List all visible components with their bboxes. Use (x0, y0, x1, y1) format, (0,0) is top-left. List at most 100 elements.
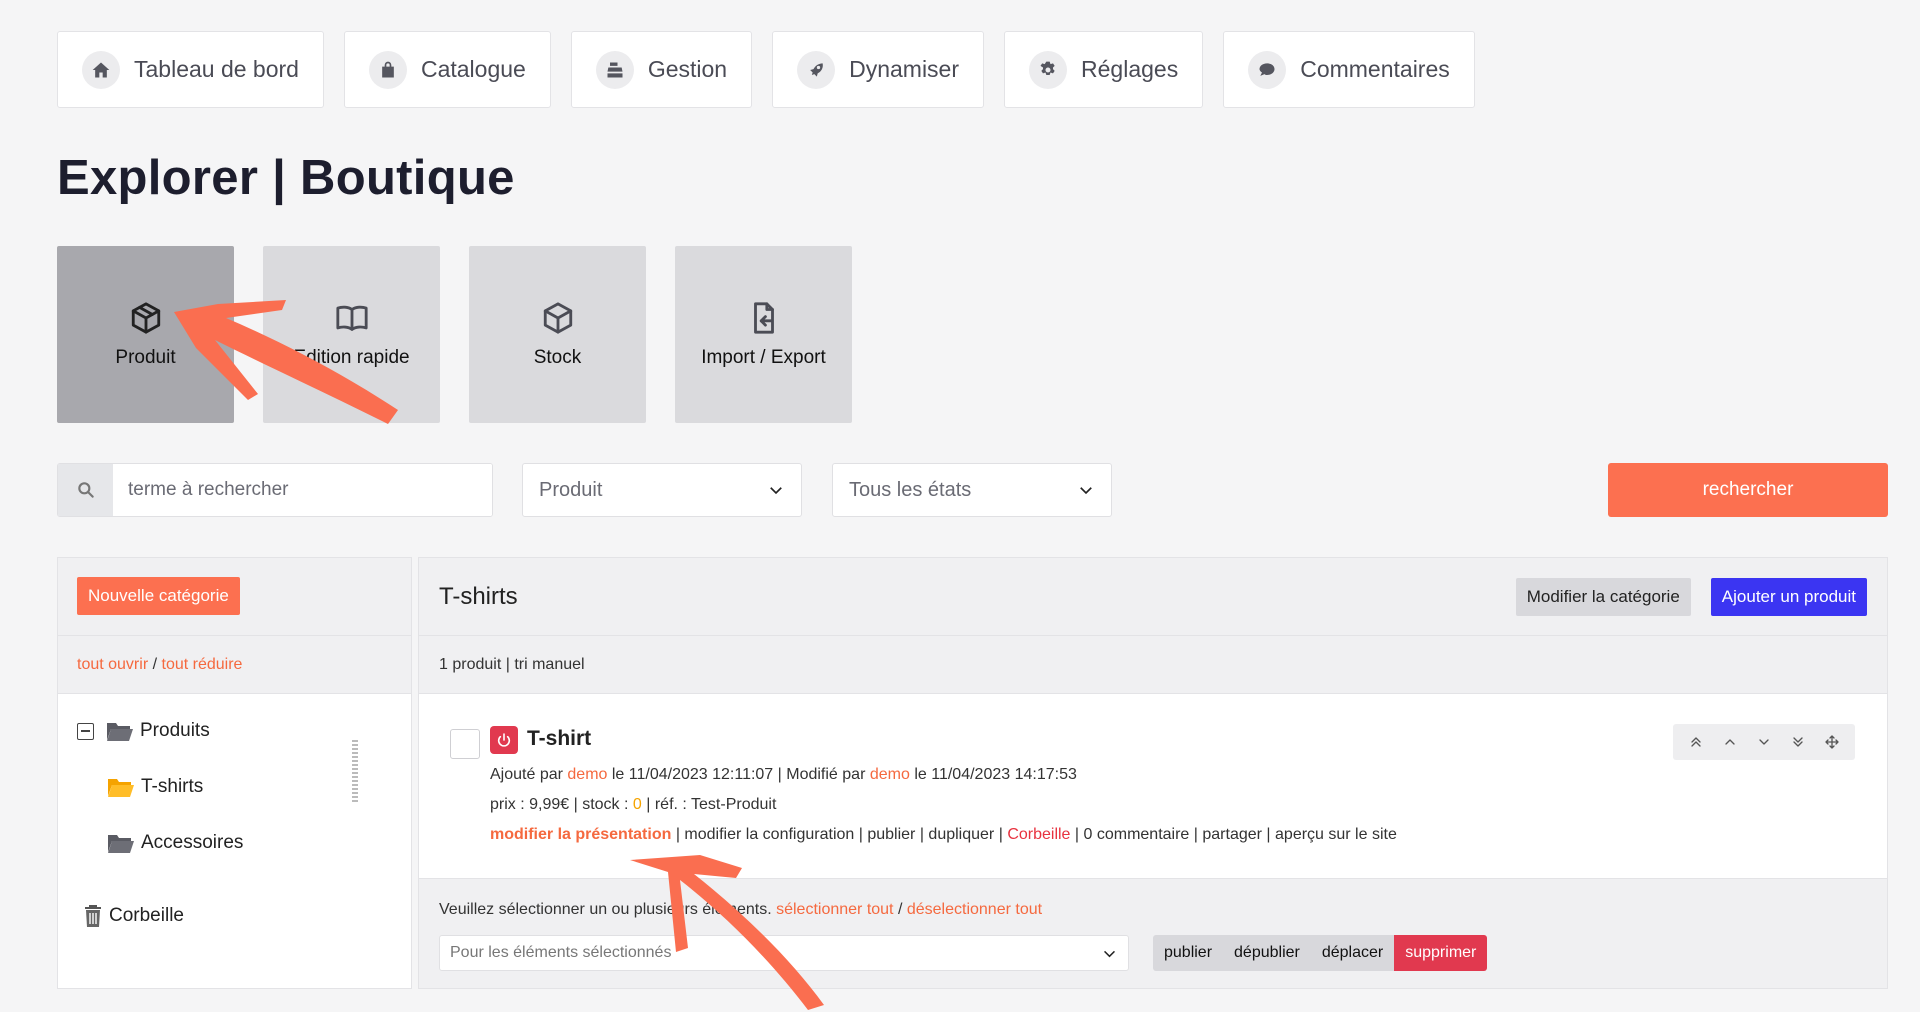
power-icon (497, 733, 511, 747)
collapse-toggle-icon[interactable] (77, 722, 94, 740)
product-meta: Ajouté par demo le 11/04/2023 12:11:07 |… (490, 766, 1077, 784)
panel-resize-handle[interactable] (352, 740, 358, 802)
tree-item-corbeille[interactable]: Corbeille (83, 902, 184, 930)
nav-label: Réglages (1081, 56, 1179, 82)
add-product-button[interactable]: Ajouter un produit (1710, 577, 1867, 616)
edit-category-button[interactable]: Modifier la catégorie (1515, 577, 1691, 616)
move-top-icon[interactable] (1679, 728, 1713, 756)
category-actions: Modifier la catégorie Ajouter un produit (1515, 577, 1867, 616)
trash-icon (85, 905, 101, 927)
tile-label: Stock (533, 346, 582, 368)
box-icon (543, 301, 572, 334)
type-select-value: Produit (539, 478, 603, 501)
tile-stock[interactable]: Stock (469, 246, 646, 423)
tile-import-export[interactable]: Import / Export (675, 246, 852, 423)
bag-icon (368, 50, 407, 89)
nav-reglages[interactable]: Réglages (1004, 31, 1204, 108)
product-actions-links-end[interactable]: | 0 commentaire | partager | aperçu sur … (1075, 826, 1397, 843)
edit-presentation-link[interactable]: modifier la présentation (490, 826, 671, 843)
nav-gestion[interactable]: Gestion (570, 31, 753, 108)
move-down-icon[interactable] (1747, 728, 1781, 756)
collapse-all-link[interactable]: tout réduire (162, 656, 243, 674)
tile-edition-rapide[interactable]: Edition rapide (263, 246, 440, 423)
bulk-action-select[interactable]: Pour les éléments sélectionnés (439, 935, 1129, 971)
tree-label: Corbeille (109, 905, 184, 926)
search-input[interactable] (113, 464, 492, 516)
open-all-link[interactable]: tout ouvrir (77, 656, 148, 674)
bulk-publish-button[interactable]: publier (1153, 935, 1224, 971)
search-icon (58, 464, 113, 516)
product-details: prix : 9,99€ | stock : 0 | réf. : Test-P… (490, 796, 776, 814)
added-on: le 11/04/2023 12:11:07 | Modifié par (611, 766, 866, 783)
folder-open-icon (108, 779, 134, 797)
added-by-user-link[interactable]: demo (567, 766, 607, 783)
bulk-actions: Veuillez sélectionner un ou plusieurs él… (419, 879, 1887, 988)
category-panel-header: Nouvelle catégorie (58, 558, 411, 636)
product-actions-links[interactable]: | modifier la configuration | publier | … (676, 826, 1003, 843)
type-select[interactable]: Produit (522, 463, 802, 517)
bulk-unpublish-button[interactable]: dépublier (1223, 935, 1311, 971)
select-separator: / (897, 901, 903, 918)
search-button[interactable]: rechercher (1608, 463, 1888, 517)
tile-produit[interactable]: Produit (57, 246, 234, 423)
trash-link[interactable]: Corbeille (1007, 826, 1070, 843)
nav-label: Gestion (647, 56, 728, 82)
nav-label: Catalogue (420, 56, 526, 82)
tree-label: Produits (140, 720, 210, 741)
tree-toggle: tout ouvrir / tout réduire (58, 636, 411, 694)
added-by-prefix: Ajouté par (490, 766, 563, 783)
tree-label: Accessoires (141, 832, 244, 853)
product-checkbox[interactable] (450, 729, 480, 759)
price-info: prix : 9,99€ | stock : (490, 796, 629, 813)
product-list-panel: T-shirts Modifier la catégorie Ajouter u… (418, 557, 1888, 989)
top-navigation: Tableau de bord Catalogue Gestion Dynami… (57, 31, 1475, 108)
bulk-delete-button[interactable]: supprimer (1394, 935, 1488, 971)
tile-label: Produit (115, 346, 176, 368)
product-actions: modifier la présentation | modifier la c… (490, 826, 1397, 844)
tile-label: Edition rapide (293, 346, 410, 368)
modified-by-user-link[interactable]: demo (870, 766, 910, 783)
bulk-buttons: publier dépublier déplacer supprimer (1153, 935, 1488, 971)
new-category-button[interactable]: Nouvelle catégorie (77, 577, 240, 615)
publish-toggle[interactable] (490, 726, 518, 754)
sort-controls (1673, 724, 1855, 760)
comment-icon (1248, 50, 1287, 89)
search-bar: Produit Tous les états rechercher (57, 463, 1888, 517)
selection-hint-text: Veuillez sélectionner un ou plusieurs él… (439, 901, 772, 918)
product-row: T-shirt Ajouté par demo le 11/04/2023 12… (419, 694, 1887, 879)
tree-item-tshirts[interactable]: T-shirts (107, 773, 203, 801)
nav-label: Tableau de bord (134, 56, 299, 82)
gear-icon (1029, 50, 1068, 89)
chevron-down-icon (770, 487, 782, 495)
move-bottom-icon[interactable] (1781, 728, 1815, 756)
bulk-move-button[interactable]: déplacer (1310, 935, 1395, 971)
folder-open-icon (108, 835, 134, 853)
nav-commentaires[interactable]: Commentaires (1223, 31, 1475, 108)
box-icon (131, 301, 160, 334)
chevron-down-icon (1103, 950, 1116, 957)
select-all-link[interactable]: sélectionner tout (776, 901, 893, 918)
rocket-icon (797, 50, 836, 89)
list-summary: 1 produit | tri manuel (419, 636, 1887, 694)
nav-label: Commentaires (1300, 56, 1450, 82)
bulk-select-value: Pour les éléments sélectionnés (450, 944, 672, 961)
move-up-icon[interactable] (1713, 728, 1747, 756)
drag-move-icon[interactable] (1815, 728, 1849, 756)
home-icon (82, 50, 120, 89)
deselect-all-link[interactable]: déselectionner tout (907, 901, 1042, 918)
ref-info: | réf. : Test-Produit (646, 796, 777, 813)
toggle-separator: / (152, 655, 158, 673)
page-title: Explorer | Boutique (57, 151, 515, 205)
product-name[interactable]: T-shirt (527, 727, 591, 751)
module-tiles: Produit Edition rapide Stock Import / Ex… (57, 246, 852, 423)
nav-tableau-de-bord[interactable]: Tableau de bord (57, 31, 324, 108)
tree-item-produits[interactable]: Produits (77, 717, 210, 745)
folder-open-icon (107, 723, 133, 741)
register-icon (595, 50, 634, 89)
state-select[interactable]: Tous les états (832, 463, 1112, 517)
nav-label: Dynamiser (849, 56, 960, 82)
tile-label: Import / Export (701, 346, 826, 368)
tree-item-accessoires[interactable]: Accessoires (107, 829, 243, 857)
nav-dynamiser[interactable]: Dynamiser (772, 31, 985, 108)
nav-catalogue[interactable]: Catalogue (343, 31, 551, 108)
